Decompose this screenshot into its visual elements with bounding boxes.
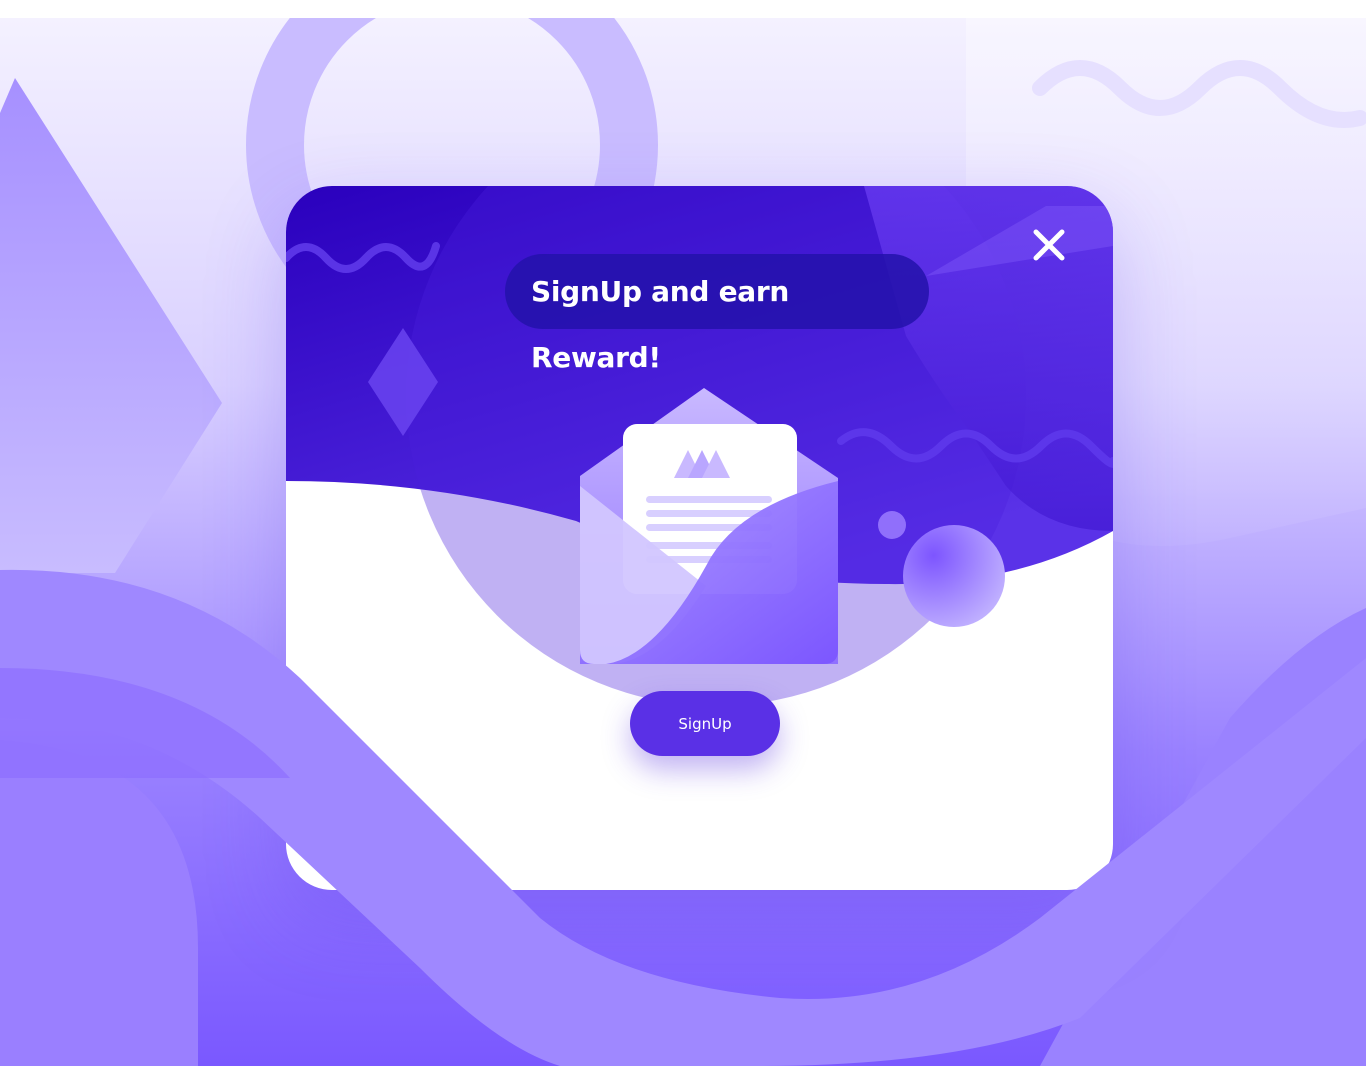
signup-button[interactable]: SignUp [630, 691, 780, 756]
close-icon [1033, 229, 1065, 261]
page-background: SignUp and earn Reward! SignUp [0, 18, 1366, 1066]
close-button[interactable] [1028, 224, 1070, 266]
modal-subtitle: Reward! [531, 341, 661, 374]
modal-title: SignUp and earn [531, 275, 790, 308]
signup-modal: SignUp and earn Reward! SignUp [286, 186, 1113, 890]
